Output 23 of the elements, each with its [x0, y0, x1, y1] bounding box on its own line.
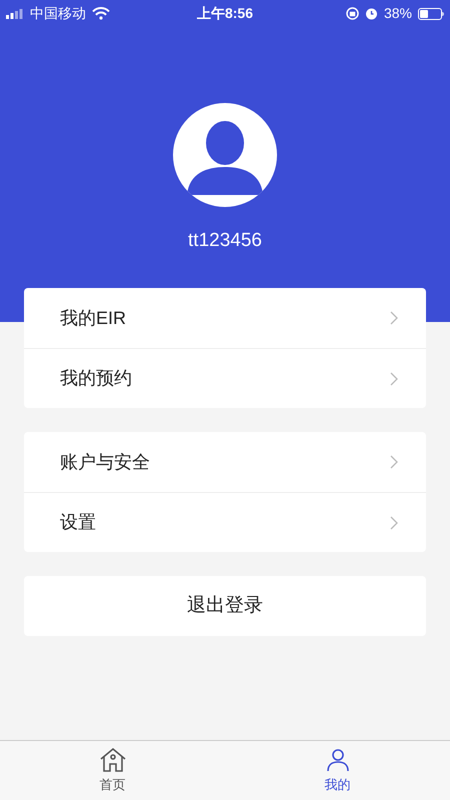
menu-item[interactable]: 我的预约	[24, 348, 426, 408]
carrier-name: 中国移动	[30, 4, 86, 23]
home-icon	[98, 746, 126, 773]
tab-item[interactable]: 首页	[0, 741, 225, 800]
person-icon	[324, 746, 350, 773]
menu-item[interactable]: 设置	[24, 492, 426, 552]
chevron-right-icon	[390, 455, 398, 469]
wifi-icon	[92, 7, 110, 20]
logout-button[interactable]: 退出登录	[24, 576, 426, 636]
chevron-right-icon	[390, 516, 398, 530]
menu-item[interactable]: 账户与安全	[24, 432, 426, 492]
chevron-right-icon	[390, 311, 398, 325]
status-time: 上午8:56	[196, 4, 254, 23]
alarm-icon	[364, 7, 378, 20]
tab-item[interactable]: 我的	[225, 741, 450, 800]
rotation-lock-icon	[346, 7, 359, 20]
signal-icon	[6, 8, 24, 18]
chevron-right-icon	[390, 372, 398, 386]
battery-icon	[418, 8, 444, 20]
battery-percentage: 38%	[384, 4, 412, 23]
avatar-icon	[173, 103, 277, 207]
username: tt123456	[188, 229, 262, 253]
menu-item[interactable]: 我的EIR	[24, 288, 426, 348]
